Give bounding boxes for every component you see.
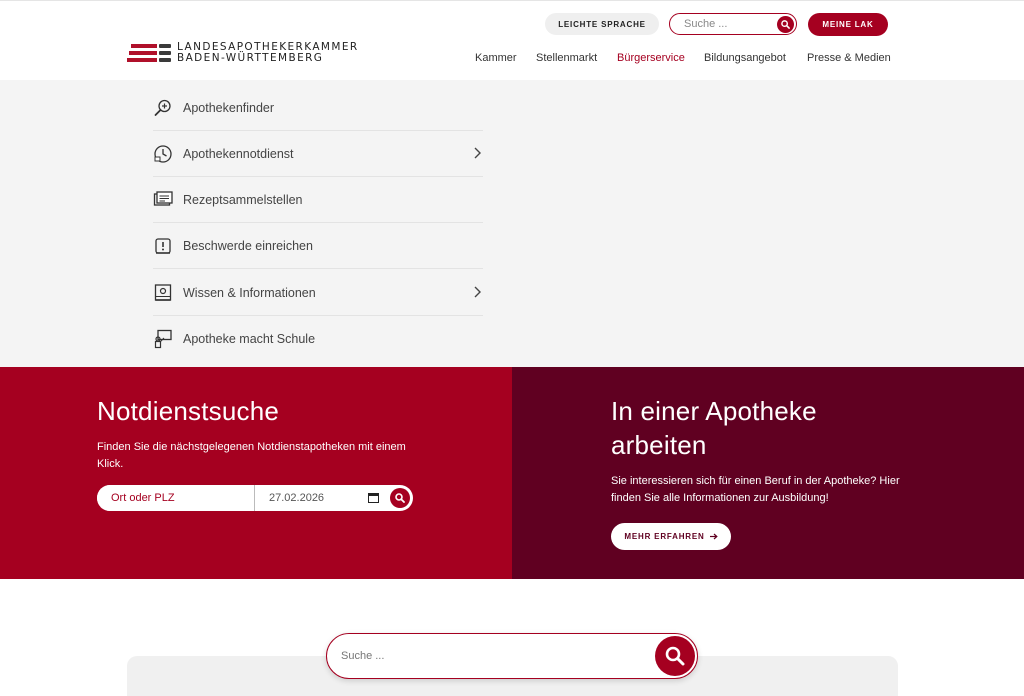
notdienst-search-button[interactable] [390, 488, 410, 508]
menu-item-apothekennotdienst[interactable]: Apothekennotdienst [153, 131, 483, 177]
chevron-right-icon [474, 147, 481, 159]
header-search [669, 13, 797, 35]
mehr-erfahren-label: MEHR ERFAHREN [624, 532, 705, 541]
mehr-erfahren-button[interactable]: MEHR ERFAHREN [611, 523, 731, 550]
date-value: 27.02.2026 [269, 492, 325, 504]
leichte-sprache-button[interactable]: LEICHTE SPRACHE [545, 13, 659, 35]
menu-item-rezeptsammelstellen[interactable]: Rezeptsammelstellen [153, 177, 483, 223]
main-search-input[interactable] [341, 650, 641, 662]
nav-item-kammer[interactable]: Kammer [475, 52, 517, 64]
logo-text: LANDESAPOTHEKERKAMMER BADEN-WÜRTTEMBERG [177, 42, 359, 64]
nav-item-buergerservice[interactable]: Bürgerservice [617, 52, 685, 64]
notdienst-text: Finden Sie die nächstgelegenen Notdienst… [97, 441, 406, 470]
main-search [326, 633, 698, 679]
complaint-document-icon [153, 236, 173, 256]
header-search-input[interactable] [684, 18, 780, 30]
apotheke-arbeiten-section: In einer Apotheke arbeiten Sie interessi… [512, 367, 1024, 579]
logo-emblem [127, 42, 173, 64]
menu-item-label: Apotheke macht Schule [183, 332, 316, 346]
karriere-title-line-2: arbeiten [611, 430, 707, 460]
plz-input[interactable] [97, 485, 255, 511]
notdienstsuche-section: Notdienstsuche Finden Sie die nächstgele… [0, 367, 512, 579]
teacher-board-icon [153, 329, 173, 349]
header-search-button[interactable] [777, 16, 794, 33]
clock-notdienst-icon [153, 144, 173, 164]
karriere-text: Sie interessieren sich für einen Beruf i… [611, 475, 900, 504]
menu-item-label: Apothekennotdienst [183, 146, 294, 161]
menu-item-apotheke-macht-schule[interactable]: Apotheke macht Schule [153, 316, 483, 362]
search-icon [781, 20, 790, 29]
chevron-right-icon [474, 286, 481, 298]
buergerservice-dropdown: Apothekenfinder Apothekennotdienst Rezep… [0, 80, 1024, 367]
magnifier-plus-icon [153, 98, 173, 118]
nav-item-stellenmarkt[interactable]: Stellenmarkt [536, 52, 597, 64]
menu-item-label: Rezeptsammelstellen [183, 192, 303, 207]
meine-lak-button[interactable]: MEINE LAK [808, 13, 888, 36]
karriere-title: In einer Apotheke arbeiten [611, 394, 817, 462]
calendar-icon[interactable] [368, 492, 379, 503]
search-icon [395, 493, 405, 503]
menu-item-label: Wissen & Informationen [183, 285, 316, 300]
logo-line-2: BADEN-WÜRTTEMBERG [177, 52, 324, 64]
notdienst-search-form: 27.02.2026 [97, 485, 413, 511]
site-logo[interactable]: LANDESAPOTHEKERKAMMER BADEN-WÜRTTEMBERG [127, 41, 359, 65]
info-book-icon [153, 283, 173, 303]
nav-item-bildungsangebot[interactable]: Bildungsangebot [704, 52, 786, 64]
notdienst-title: Notdienstsuche [97, 396, 280, 426]
prescription-box-icon [153, 190, 173, 210]
search-icon [665, 646, 685, 666]
main-search-button[interactable] [655, 636, 695, 676]
site-header: LANDESAPOTHEKERKAMMER BADEN-WÜRTTEMBERG … [0, 0, 1024, 80]
menu-item-label: Apothekenfinder [183, 100, 275, 115]
menu-item-wissen-informationen[interactable]: Wissen & Informationen [153, 270, 483, 316]
menu-item-beschwerde[interactable]: Beschwerde einreichen [153, 223, 483, 269]
menu-item-apothekenfinder[interactable]: Apothekenfinder [153, 85, 483, 131]
arrow-right-icon [709, 533, 718, 540]
menu-item-label: Beschwerde einreichen [183, 238, 313, 253]
nav-item-presse-medien[interactable]: Presse & Medien [807, 52, 891, 64]
karriere-title-line-1: In einer Apotheke [611, 396, 817, 426]
